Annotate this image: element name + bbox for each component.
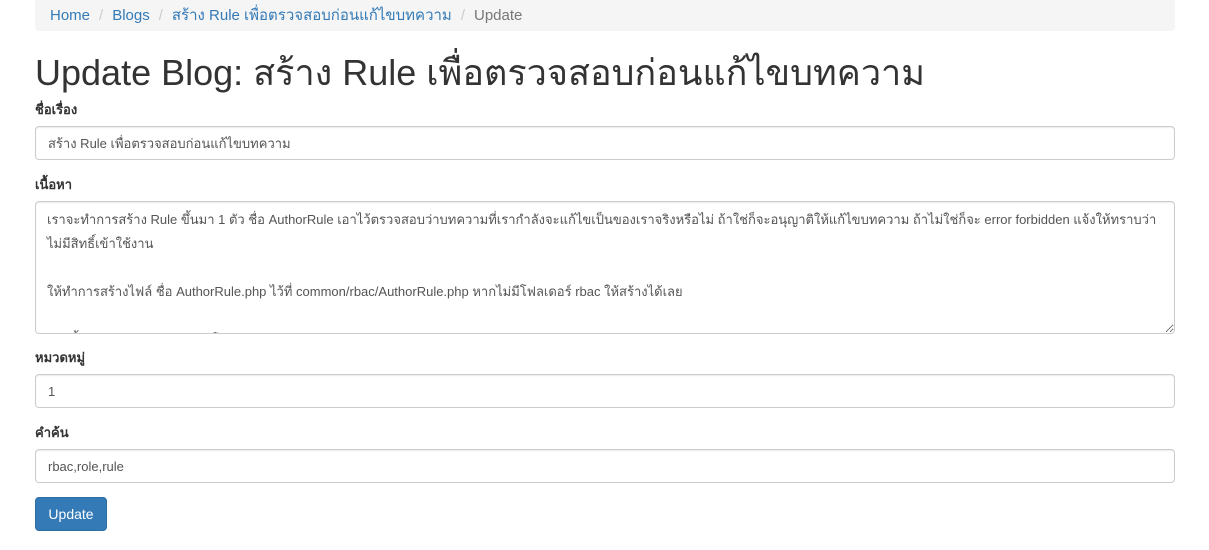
breadcrumb-separator: / [158,6,163,24]
breadcrumb: Home / Blogs / สร้าง Rule เพื่อตรวจสอบก่… [35,0,1175,31]
content-textarea[interactable]: เราจะทำการสร้าง Rule ขึ้นมา 1 ตัว ชื่อ A… [35,201,1175,334]
update-button[interactable]: Update [35,497,107,531]
breadcrumb-blogs-link[interactable]: Blogs [112,2,150,30]
category-input[interactable] [35,374,1175,408]
tags-group: คำค้น [35,424,1175,483]
content-group: เนื้อหา เราจะทำการสร้าง Rule ขึ้นมา 1 ตั… [35,176,1175,334]
breadcrumb-separator: / [99,6,104,24]
tags-input[interactable] [35,449,1175,483]
title-input[interactable] [35,126,1175,160]
breadcrumb-post-link[interactable]: สร้าง Rule เพื่อตรวจสอบก่อนแก้ไขบทความ [172,2,452,30]
breadcrumb-home-link[interactable]: Home [50,2,90,30]
category-group: หมวดหมู่ [35,349,1175,408]
title-label: ชื่อเรื่อง [35,102,78,117]
title-group: ชื่อเรื่อง [35,101,1175,160]
breadcrumb-separator: / [460,6,465,24]
tags-label: คำค้น [35,425,69,440]
page-title: Update Blog: สร้าง Rule เพื่อตรวจสอบก่อน… [35,52,925,93]
category-label: หมวดหมู่ [35,350,86,365]
breadcrumb-current: Update [474,6,523,24]
content-label: เนื้อหา [35,177,73,192]
page-container: Home / Blogs / สร้าง Rule เพื่อตรวจสอบก่… [35,0,1175,531]
